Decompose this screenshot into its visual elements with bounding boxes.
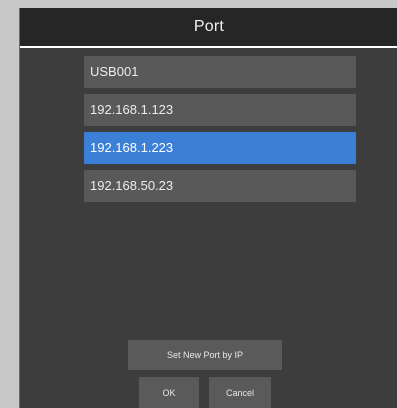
port-item-label: 192.168.1.223 [90, 140, 174, 155]
port-item-label: 192.168.1.123 [90, 102, 174, 117]
dialog-title: Port [193, 18, 225, 35]
port-item-usb001[interactable]: USB001 [84, 56, 356, 88]
port-item-label: USB001 [90, 64, 139, 79]
cancel-button[interactable]: Cancel [209, 377, 271, 408]
port-list: USB001 192.168.1.123 192.168.1.223 192.1… [84, 56, 356, 208]
set-new-port-by-ip-button[interactable]: Set New Port by IP [128, 340, 282, 370]
port-dialog: Port USB001 192.168.1.123 192.168.1.223 … [19, 8, 397, 408]
title-bar: Port [20, 8, 397, 48]
port-item-192-168-50-23[interactable]: 192.168.50.23 [84, 170, 356, 202]
port-item-192-168-1-223[interactable]: 192.168.1.223 [84, 132, 356, 164]
ok-button[interactable]: OK [139, 377, 199, 408]
port-item-192-168-1-123[interactable]: 192.168.1.123 [84, 94, 356, 126]
port-item-label: 192.168.50.23 [90, 178, 174, 193]
